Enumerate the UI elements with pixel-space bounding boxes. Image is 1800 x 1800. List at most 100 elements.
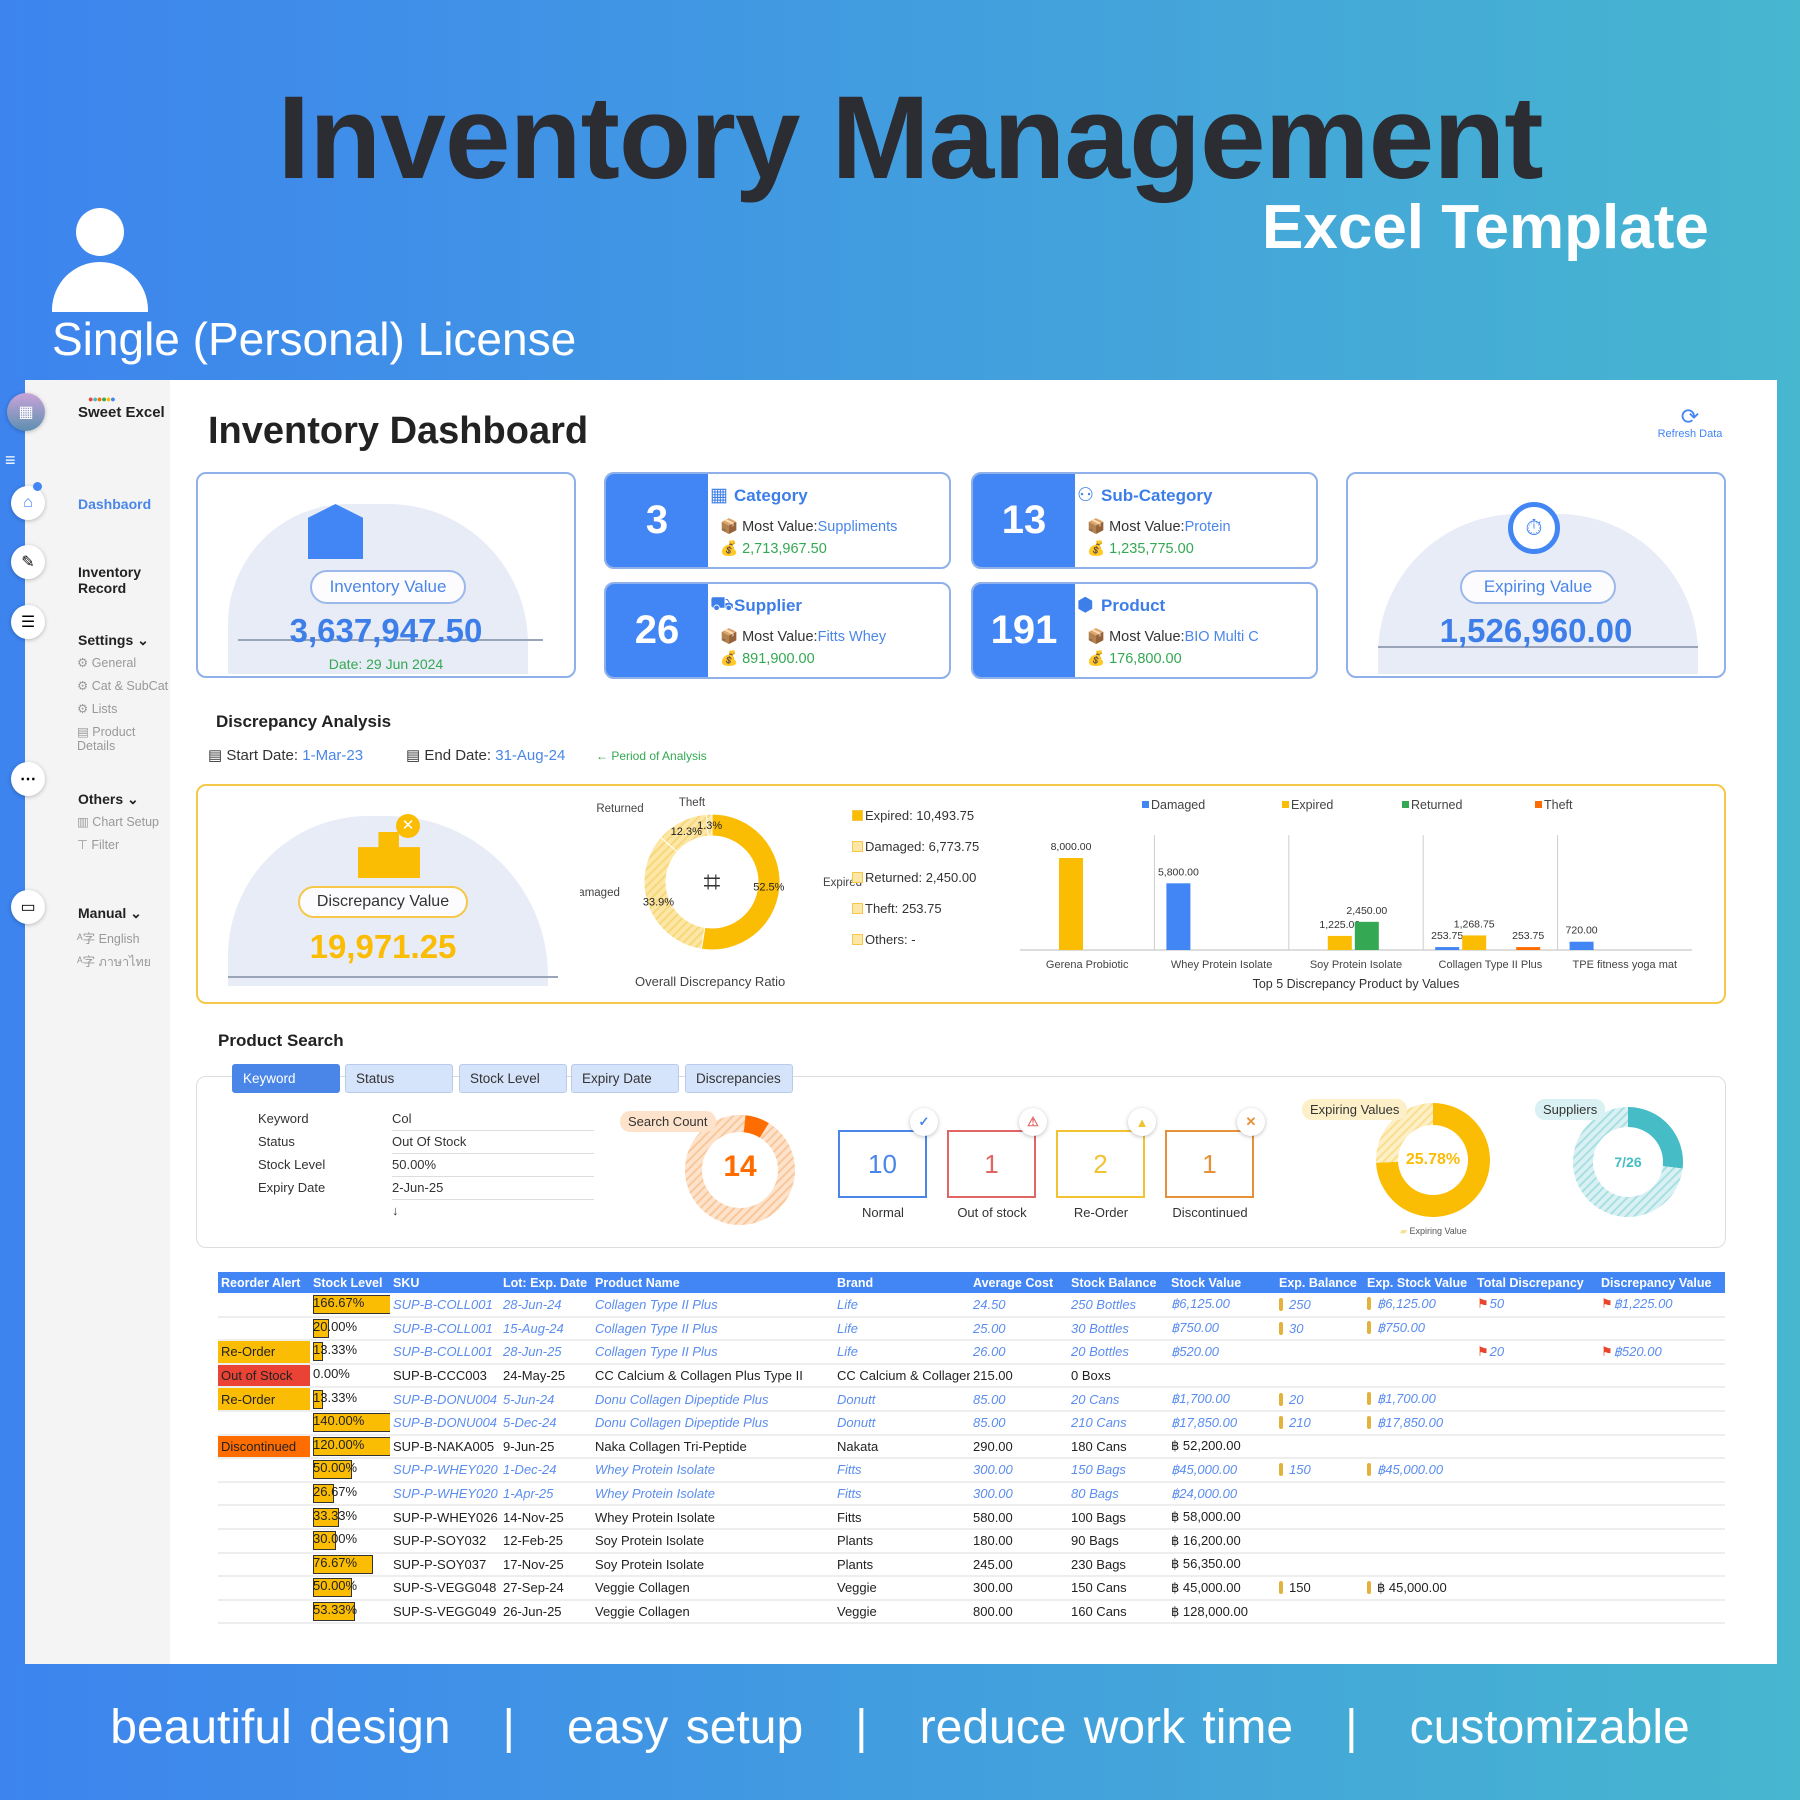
column-header[interactable]: Reorder Alert — [218, 1272, 310, 1293]
sidebar-sub-product-details[interactable]: ▤ Product Details — [77, 724, 170, 753]
table-cell: SUP-P-SOY032 — [390, 1528, 500, 1554]
table-row[interactable]: 53.33% SUP-S-VEGG049 26-Jun-25 Veggie Colla… — [218, 1599, 1725, 1625]
sidebar-sub-thai[interactable]: ᴬ字 ภาษาไทย — [77, 951, 151, 972]
stock-level-bar: 50.00% — [313, 1578, 390, 1598]
status-box-re-order[interactable]: 2 — [1056, 1130, 1145, 1198]
sidebar-item-manual[interactable]: Manual ⌄ — [78, 905, 142, 922]
table-row[interactable]: Re-Order 13.33% SUP-B-COLL001 28-Jun-25 Coll… — [218, 1340, 1725, 1365]
table-cell: Fitts — [834, 1458, 970, 1483]
column-header[interactable]: SKU — [390, 1272, 500, 1293]
product-details-label: Product Details — [77, 725, 136, 753]
column-header[interactable]: Stock Value — [1168, 1272, 1276, 1293]
bar-expired — [1462, 935, 1487, 950]
search-field-value[interactable]: 50.00% — [392, 1157, 594, 1177]
table-row[interactable]: 140.00% SUP-B-DONU004 5-Dec-24 Donu Collage… — [218, 1410, 1725, 1436]
column-header[interactable]: Total Discrepancy — [1474, 1272, 1598, 1293]
search-field-value[interactable]: 2-Jun-25 — [392, 1180, 594, 1200]
donut-legend-item: Expired: 10,493.75 — [852, 808, 974, 823]
column-header[interactable]: Product Name — [592, 1272, 834, 1293]
sidebar-item-inventory-record[interactable]: Inventory Record — [78, 564, 170, 596]
column-header[interactable]: Lot: Exp. Date — [500, 1272, 592, 1293]
column-header[interactable]: Exp. Stock Value — [1364, 1272, 1474, 1293]
expiry-value: 210 — [1289, 1415, 1311, 1431]
sidebar-sub-english[interactable]: ᴬ字 English — [77, 928, 140, 947]
cell-text: ฿24,000.00 — [1171, 1485, 1238, 1501]
table-row[interactable]: 166.67% SUP-B-COLL001 28-Jun-24 Collagen Ty… — [218, 1293, 1725, 1318]
sidebar-sub-cat-subcat[interactable]: ⚙ Cat & SubCat — [77, 678, 168, 693]
stock-level-bar: 13.33% — [313, 1389, 390, 1409]
table-cell: ฿17,850.00 — [1168, 1410, 1276, 1436]
sidebar-sub-filter[interactable]: ⊤ Filter — [77, 837, 119, 852]
tab-status[interactable]: Status — [345, 1064, 453, 1093]
column-header[interactable]: Exp. Balance — [1276, 1272, 1364, 1293]
table-row[interactable]: 76.67% SUP-P-SOY037 17-Nov-25 Soy Protein I… — [218, 1552, 1725, 1578]
table-cell: Donutt — [834, 1410, 970, 1436]
column-header[interactable]: Stock Balance — [1068, 1272, 1168, 1293]
table-cell: 300.00 — [970, 1458, 1068, 1483]
cell-text: Collagen Type II Plus — [595, 1344, 718, 1360]
kpi-value: 💰 891,900.00 — [720, 650, 815, 667]
status-box-out-of-stock[interactable]: 1 — [947, 1130, 1036, 1198]
table-row[interactable]: Out of Stock 0.00% SUP-B-CCC003 24-May-25 CC… — [218, 1363, 1725, 1389]
table-row[interactable]: 20.00% SUP-B-COLL001 15-Aug-24 Collagen Typ… — [218, 1316, 1725, 1342]
table-row[interactable]: 33.33% SUP-P-WHEY026 14-Nov-25 Whey Protein… — [218, 1505, 1725, 1530]
cell-text: Whey Protein Isolate — [595, 1486, 715, 1502]
column-header[interactable]: Average Cost — [970, 1272, 1068, 1293]
table-cell: 80 Bags — [1068, 1481, 1168, 1507]
table-cell: ฿45,000.00 — [1168, 1458, 1276, 1483]
cell-text: 9-Jun-25 — [503, 1438, 555, 1454]
table-cell — [1276, 1340, 1364, 1365]
more-icon[interactable]: ⋯ — [11, 762, 45, 796]
book-icon[interactable]: ▭ — [11, 890, 45, 924]
table-row[interactable]: Discontinued 120.00% SUP-B-NAKA005 9-Jun-25… — [218, 1434, 1725, 1460]
donut-legend-item: Theft: 253.75 — [852, 901, 942, 916]
cell-text: ฿ 16,200.00 — [1171, 1532, 1241, 1548]
cell-text: ฿45,000.00 — [1171, 1461, 1238, 1477]
legend-swatch — [852, 903, 863, 914]
sliders-icon[interactable]: ☰ — [11, 605, 45, 639]
tab-keyword[interactable]: Keyword — [232, 1064, 340, 1093]
discrepancy-value-label: Discrepancy Value — [298, 886, 468, 918]
kpi-card-sub-category: 13 ⚇ Sub-Category 📦 Most Value:Protein 💰 1,2… — [971, 472, 1318, 569]
search-field-value[interactable]: Col — [392, 1111, 594, 1131]
table-cell: 580.00 — [970, 1505, 1068, 1530]
expiry-value: 20 — [1289, 1391, 1304, 1407]
sidebar-sub-chart-setup[interactable]: ▥ Chart Setup — [77, 814, 159, 829]
table-cell — [1598, 1316, 1725, 1342]
menu-icon[interactable]: ≡ — [5, 450, 16, 471]
sidebar-item-others[interactable]: Others ⌄ — [78, 791, 139, 808]
table-row[interactable]: 50.00% SUP-S-VEGG048 27-Sep-24 Veggie Colla… — [218, 1576, 1725, 1601]
pencil-icon[interactable]: ✎ — [11, 545, 45, 579]
table-cell: 15-Aug-24 — [500, 1316, 592, 1342]
tab-expiry-date[interactable]: Expiry Date — [571, 1064, 679, 1093]
cell-text: SUP-B-COLL001 — [393, 1344, 493, 1360]
expiry-marker-icon — [1367, 1580, 1371, 1594]
end-date-value[interactable]: 31-Aug-24 — [495, 747, 565, 764]
sidebar-sub-general[interactable]: ⚙ General — [77, 655, 136, 670]
status-box-normal[interactable]: 10 — [838, 1130, 927, 1198]
refresh-data-button[interactable]: ⟳ Refresh Data — [1650, 406, 1730, 441]
column-header[interactable]: Discrepancy Value — [1598, 1272, 1725, 1293]
search-field-value[interactable]: ↓ — [392, 1203, 594, 1222]
sidebar-item-dashboard[interactable]: Dashbaord — [78, 496, 151, 512]
table-row[interactable]: 26.67% SUP-P-WHEY020 1-Apr-25 Whey Protein … — [218, 1481, 1725, 1507]
cell-text: SUP-B-COLL001 — [393, 1296, 493, 1312]
expiry-value: 150 — [1289, 1580, 1311, 1596]
kpi-value-amount: 891,900.00 — [742, 651, 815, 667]
sidebar-sub-lists[interactable]: ⚙ Lists — [77, 701, 117, 716]
status-box-discontinued[interactable]: 1 — [1165, 1130, 1254, 1198]
start-date-value[interactable]: 1-Mar-23 — [302, 747, 363, 764]
table-cell — [1474, 1387, 1598, 1412]
tab-discrepancies[interactable]: Discrepancies — [685, 1064, 793, 1093]
table-row[interactable]: 50.00% SUP-P-WHEY020 1-Dec-24 Whey Protein … — [218, 1458, 1725, 1483]
sidebar-item-settings[interactable]: Settings ⌄ — [78, 632, 149, 649]
tab-stock-level[interactable]: Stock Level — [459, 1064, 567, 1093]
table-cell — [1474, 1410, 1598, 1436]
column-header[interactable]: Brand — [834, 1272, 970, 1293]
home-icon[interactable]: ⌂ — [11, 486, 45, 520]
table-row[interactable]: 30.00% SUP-P-SOY032 12-Feb-25 Soy Protein I… — [218, 1528, 1725, 1554]
search-field-value[interactable]: Out Of Stock — [392, 1134, 594, 1154]
column-header[interactable]: Stock Level — [310, 1272, 390, 1293]
table-cell — [218, 1552, 310, 1578]
table-row[interactable]: Re-Order 13.33% SUP-B-DONU004 5-Jun-24 Donu … — [218, 1387, 1725, 1412]
